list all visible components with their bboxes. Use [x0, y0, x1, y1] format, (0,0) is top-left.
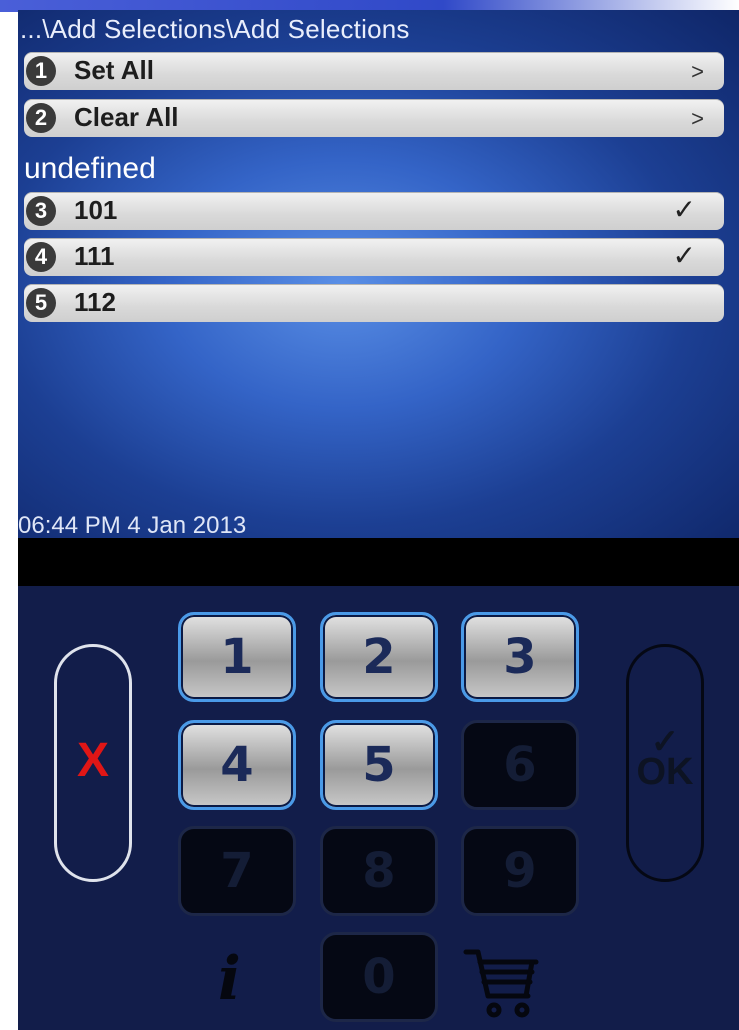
menu-item-label: Clear All — [74, 102, 179, 132]
info-icon[interactable]: i — [218, 944, 241, 1014]
keypad-key-3[interactable]: 3 — [461, 612, 579, 702]
selection-item-112[interactable]: 5 112 — [24, 284, 724, 322]
selection-item-label: 112 — [74, 287, 116, 317]
ok-button[interactable]: ✓ OK — [626, 644, 704, 882]
keypad-key-0: 0 — [320, 932, 438, 1022]
menu-item-clear-all[interactable]: 2 Clear All > — [24, 99, 724, 137]
item-number-badge: 4 — [26, 242, 56, 272]
keypad-key-9: 9 — [461, 826, 579, 916]
selection-item-101[interactable]: 3 101 ✓ — [24, 192, 724, 230]
group-label: undefined — [24, 152, 156, 185]
keypad-key-6: 6 — [461, 720, 579, 810]
ok-check-icon: ✓ OK — [636, 723, 694, 793]
item-number-badge: 2 — [26, 103, 56, 133]
item-number-badge: 3 — [26, 196, 56, 226]
chevron-right-icon: > — [691, 59, 704, 84]
keypad-key-4[interactable]: 4 — [178, 720, 296, 810]
keypad-key-1[interactable]: 1 — [178, 612, 296, 702]
breadcrumb: ...\Add Selections\Add Selections — [20, 14, 410, 44]
cart-icon[interactable] — [462, 944, 542, 1029]
keypad-panel: X ✓ OK 1 2 3 4 5 6 7 8 9 0 i — [18, 586, 739, 1030]
item-number-badge: 5 — [26, 288, 56, 318]
menu-item-label: Set All — [74, 55, 154, 85]
keypad-key-7: 7 — [178, 826, 296, 916]
chevron-right-icon: > — [691, 106, 704, 131]
selection-item-label: 101 — [74, 195, 118, 225]
keypad-key-8: 8 — [320, 826, 438, 916]
close-icon: X — [76, 734, 109, 787]
selection-item-label: 111 — [74, 241, 115, 271]
selection-item-111[interactable]: 4 111 ✓ — [24, 238, 724, 276]
cancel-button[interactable]: X — [54, 644, 132, 882]
item-number-badge: 1 — [26, 56, 56, 86]
keypad-key-5[interactable]: 5 — [320, 720, 438, 810]
menu-item-set-all[interactable]: 1 Set All > — [24, 52, 724, 90]
keypad-key-2[interactable]: 2 — [320, 612, 438, 702]
divider-band — [18, 538, 739, 586]
checkmark-icon: ✓ — [672, 240, 696, 271]
checkmark-icon: ✓ — [672, 194, 696, 225]
ok-label: OK — [636, 751, 694, 793]
status-datetime: 06:44 PM 4 Jan 2013 — [18, 512, 247, 538]
display-screen: ...\Add Selections\Add Selections 1 Set … — [18, 10, 739, 538]
